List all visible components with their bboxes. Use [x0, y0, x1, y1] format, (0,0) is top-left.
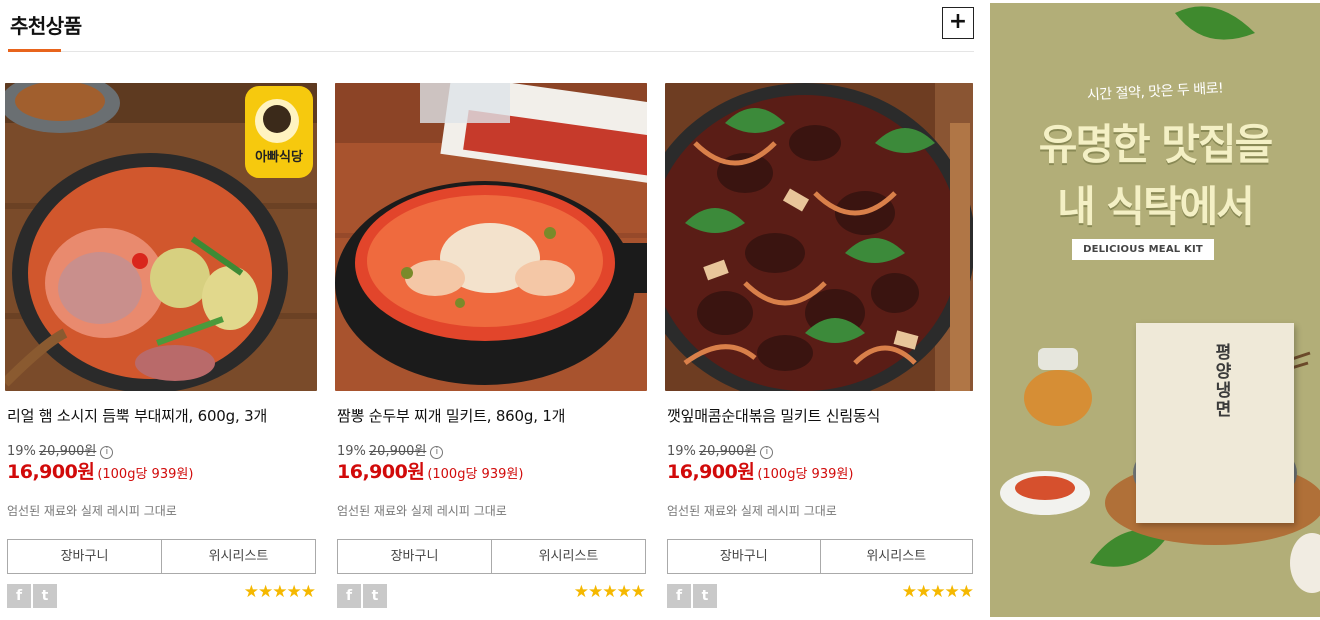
price-row: 16,900원 (100g당 939원): [7, 457, 193, 484]
product-description: 엄선된 재료와 실제 레시피 그대로: [7, 504, 177, 518]
social-share: f t: [337, 584, 387, 608]
price-row: 16,900원 (100g당 939원): [667, 457, 853, 484]
add-to-cart-button[interactable]: 장바구니: [8, 540, 161, 573]
unit-price: (100g당 939원): [757, 467, 854, 482]
product-card: 깻잎매콤순대볶음 밀키트 신림동식 19% 20,900원 i 16,900원 (10…: [665, 83, 977, 613]
sale-price: 16,900원: [337, 461, 425, 483]
title-underline: [8, 49, 61, 52]
twitter-icon[interactable]: t: [33, 584, 57, 608]
social-share: f t: [7, 584, 57, 608]
facebook-icon[interactable]: f: [667, 584, 691, 608]
rating-stars: ★★★★★: [573, 582, 646, 602]
product-description: 엄선된 재료와 실제 레시피 그대로: [667, 504, 837, 518]
banner-headline: 유명한 맛집을: [1038, 120, 1273, 169]
product-name[interactable]: 짬뽕 순두부 찌개 밀키트, 860g, 1개: [337, 405, 565, 426]
twitter-icon[interactable]: t: [693, 584, 717, 608]
product-name[interactable]: 깻잎매콤순대볶음 밀키트 신림동식: [667, 405, 880, 426]
product-image[interactable]: 아빠식당: [5, 83, 317, 391]
product-card: 짬뽕 순두부 찌개 밀키트, 860g, 1개 19% 20,900원 i 16,9…: [335, 83, 647, 613]
banner-kit-label: DELICIOUS MEAL KIT: [1072, 239, 1214, 260]
sundae-bokkeum-photo: [665, 83, 973, 391]
section-title: 추천상품: [10, 14, 82, 38]
unit-price: (100g당 939원): [97, 467, 194, 482]
facebook-icon[interactable]: f: [7, 584, 31, 608]
wishlist-button[interactable]: 위시리스트: [491, 540, 645, 573]
social-share: f t: [667, 584, 717, 608]
twitter-icon[interactable]: t: [363, 584, 387, 608]
product-image[interactable]: [335, 83, 647, 391]
unit-price: (100g당 939원): [427, 467, 524, 482]
add-to-cart-button[interactable]: 장바구니: [338, 540, 491, 573]
product-name[interactable]: 리얼 햄 소시지 듬뿍 부대찌개, 600g, 3개: [7, 405, 267, 426]
product-card: 아빠식당 리얼 햄 소시지 듬뿍 부대찌개, 600g, 3개 19% 20,90…: [5, 83, 317, 613]
more-button[interactable]: +: [942, 7, 974, 39]
budae-jjigae-photo: 아빠식당: [5, 83, 317, 391]
leaf-icon: [1175, 6, 1255, 40]
package-title: 평양냉면: [1211, 343, 1231, 419]
promo-banner[interactable]: 시간 절약, 맛은 두 배로! 유명한 맛집을 내 식탁에서 DELICIOUS…: [990, 3, 1320, 617]
facebook-icon[interactable]: f: [337, 584, 361, 608]
product-description: 엄선된 재료와 실제 레시피 그대로: [337, 504, 507, 518]
action-buttons: 장바구니 위시리스트: [7, 539, 316, 574]
action-buttons: 장바구니 위시리스트: [667, 539, 973, 574]
badge-text: 아빠식당: [255, 149, 303, 165]
price-row: 16,900원 (100g당 939원): [337, 457, 523, 484]
sale-price: 16,900원: [7, 461, 95, 483]
wishlist-button[interactable]: 위시리스트: [819, 540, 972, 573]
sale-price: 16,900원: [667, 461, 755, 483]
wishlist-button[interactable]: 위시리스트: [161, 540, 315, 573]
section-header: 추천상품 +: [8, 0, 974, 52]
banner-headline: 내 식탁에서: [1057, 182, 1255, 231]
sundubu-jjigae-photo: [335, 83, 647, 391]
rating-stars: ★★★★★: [901, 582, 974, 602]
rating-stars: ★★★★★: [243, 582, 316, 602]
add-to-cart-button[interactable]: 장바구니: [668, 540, 820, 573]
product-image[interactable]: [665, 83, 973, 391]
action-buttons: 장바구니 위시리스트: [337, 539, 646, 574]
